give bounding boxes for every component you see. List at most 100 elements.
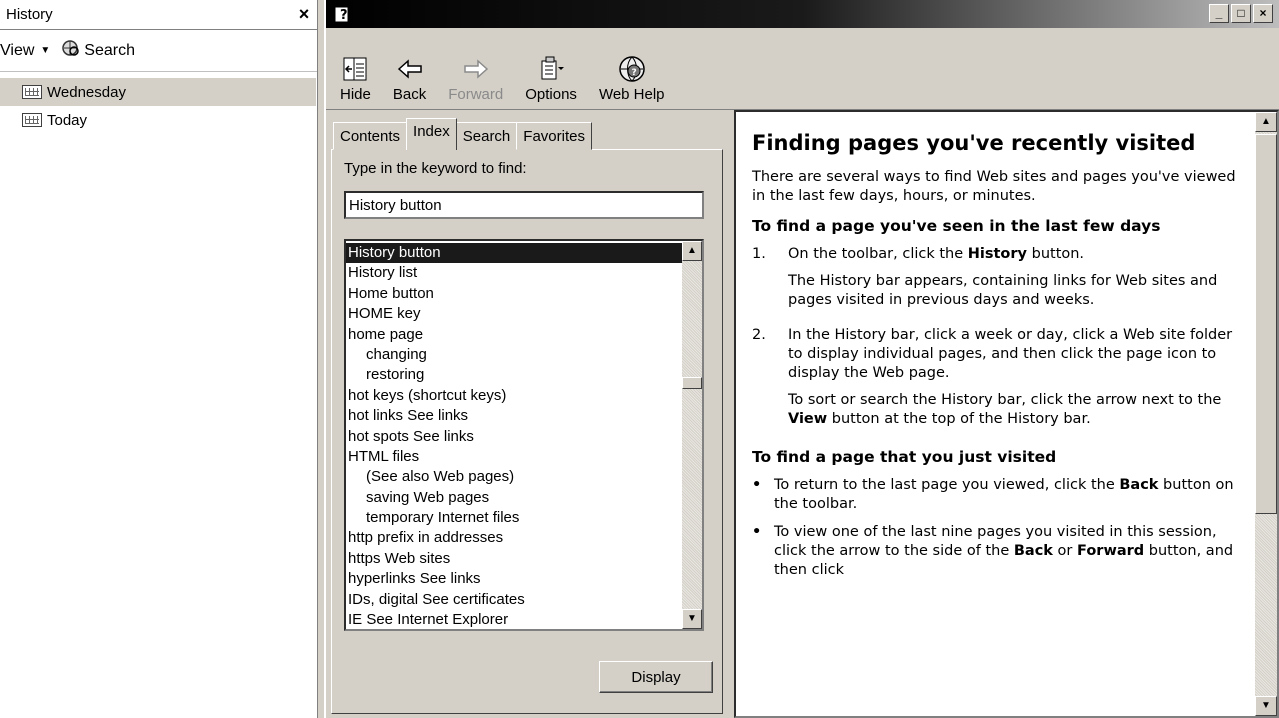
history-link-text: History <box>967 246 1027 262</box>
display-button[interactable]: Display <box>599 661 713 693</box>
history-list: Wednesday Today <box>0 72 317 134</box>
topic-pane: Finding pages you've recently visited Th… <box>734 110 1279 718</box>
step-text: On the toolbar, click the History button… <box>788 246 1085 262</box>
topic-intro: There are several ways to find Web sites… <box>752 169 1236 204</box>
chevron-down-icon: ▼ <box>40 45 51 56</box>
maximize-button[interactable]: □ <box>1231 4 1251 23</box>
help-window: ? _ □ × Hide Back Forward Options ? Web … <box>324 0 1279 718</box>
svg-text:?: ? <box>631 68 636 78</box>
history-toolbar: View ▼ Search <box>0 30 317 72</box>
keyword-item[interactable]: temporary Internet files <box>346 508 682 528</box>
close-button[interactable]: × <box>1253 4 1273 23</box>
scroll-up-icon[interactable]: ▲ <box>1255 112 1277 132</box>
help-toolbar: Hide Back Forward Options ? Web Help <box>326 28 1279 110</box>
scroll-thumb[interactable] <box>1255 134 1277 514</box>
keyword-input[interactable] <box>344 191 704 219</box>
section-heading-just-visited: To find a page that you just visited <box>752 448 1057 466</box>
keyword-item[interactable]: (See also Web pages) <box>346 467 682 487</box>
scroll-thumb[interactable] <box>682 377 702 389</box>
calendar-icon <box>22 113 42 127</box>
keyword-item[interactable]: restoring <box>346 365 682 385</box>
history-item-wednesday[interactable]: Wednesday <box>0 78 316 106</box>
keyword-item[interactable]: History list <box>346 263 682 283</box>
history-pane-title: History <box>6 6 53 23</box>
search-icon <box>60 39 80 62</box>
keyword-item[interactable]: changing <box>346 345 682 365</box>
keyword-prompt: Type in the keyword to find: <box>344 160 527 177</box>
history-item-today[interactable]: Today <box>0 106 317 134</box>
web-help-icon: ? <box>617 52 647 86</box>
history-pane: History × View ▼ Search Wednesday Today <box>0 0 318 718</box>
back-button[interactable]: Back <box>393 52 426 103</box>
tab-index[interactable]: Index <box>406 118 457 150</box>
topic-content: Finding pages you've recently visited Th… <box>752 126 1242 589</box>
help-app-icon: ? <box>332 3 354 25</box>
step-note: The History bar appears, containing link… <box>788 273 1218 308</box>
bullet-icon: • <box>752 524 762 540</box>
options-icon <box>536 52 566 86</box>
minimize-button[interactable]: _ <box>1209 4 1229 23</box>
keyword-item[interactable]: HTML files <box>346 447 682 467</box>
scroll-down-icon[interactable]: ▼ <box>1255 696 1277 716</box>
keyword-item[interactable]: hot keys (shortcut keys) <box>346 386 682 406</box>
keyword-item[interactable]: hyperlinks See links <box>346 569 682 589</box>
step-2: 2. In the History bar, click a week or d… <box>752 326 1242 437</box>
keyword-list-scrollbar[interactable]: ▲ ▼ <box>682 241 702 629</box>
tab-search[interactable]: Search <box>455 122 518 150</box>
hide-label: Hide <box>340 86 371 103</box>
keyword-item[interactable]: hot links See links <box>346 406 682 426</box>
keyword-item[interactable]: saving Web pages <box>346 488 682 508</box>
search-button[interactable]: Search <box>60 39 135 62</box>
tab-strip: Contents Index Search Favorites <box>331 118 723 150</box>
close-icon[interactable]: × <box>291 4 317 25</box>
keyword-item[interactable]: IE See Internet Explorer <box>346 610 682 629</box>
options-label: Options <box>525 86 577 103</box>
keyword-item[interactable]: https Web sites <box>346 549 682 569</box>
calendar-icon <box>22 85 42 99</box>
keyword-item[interactable]: hot spots See links <box>346 427 682 447</box>
step-note: To sort or search the History bar, click… <box>788 392 1222 427</box>
step-number: 1. <box>752 246 766 262</box>
back-arrow-icon <box>395 52 425 86</box>
forward-button[interactable]: Forward <box>448 52 503 103</box>
step-1: 1. On the toolbar, click the History but… <box>752 245 1242 318</box>
svg-text:?: ? <box>340 8 348 23</box>
keyword-item[interactable]: Home button <box>346 284 682 304</box>
web-help-label: Web Help <box>598 86 665 103</box>
view-label: View <box>0 41 35 59</box>
history-item-label: Today <box>47 111 88 129</box>
keyword-item[interactable]: IDs, digital See certificates <box>346 590 682 610</box>
search-label: Search <box>84 41 135 59</box>
hide-button[interactable]: Hide <box>340 52 371 103</box>
step-number: 2. <box>752 327 766 343</box>
bullet-icon: • <box>752 477 762 493</box>
bullet-item: • To return to the last page you viewed,… <box>752 477 1234 512</box>
keyword-item[interactable]: History button <box>346 243 682 264</box>
keyword-item[interactable]: HOME key <box>346 304 682 324</box>
options-button[interactable]: Options <box>525 52 577 103</box>
title-bar[interactable]: ? _ □ × <box>326 0 1279 28</box>
scroll-down-icon[interactable]: ▼ <box>682 609 702 629</box>
step-text: In the History bar, click a week or day,… <box>788 327 1233 381</box>
topic-scrollbar[interactable]: ▲ ▼ <box>1255 112 1277 716</box>
index-tab-panel: Type in the keyword to find: History but… <box>331 149 723 714</box>
tab-favorites[interactable]: Favorites <box>516 122 592 150</box>
history-item-label: Wednesday <box>47 83 126 101</box>
section-heading-recent: To find a page you've seen in the last f… <box>752 217 1161 235</box>
back-label: Back <box>392 86 427 103</box>
forward-arrow-icon <box>461 52 491 86</box>
hide-icon <box>340 52 370 86</box>
history-pane-header: History × <box>0 0 317 30</box>
keyword-list[interactable]: History button History list Home button HOM… <box>344 239 704 631</box>
bullet-item: • To view one of the last nine pages you… <box>752 524 1234 578</box>
keyword-items: History button History list Home button HOM… <box>346 243 682 629</box>
tab-contents[interactable]: Contents <box>333 122 408 150</box>
web-help-button[interactable]: ? Web Help <box>599 52 665 103</box>
view-button[interactable]: View ▼ <box>0 42 50 60</box>
navigation-pane: Contents Index Search Favorites Type in … <box>331 118 723 715</box>
topic-title: Finding pages you've recently visited <box>752 131 1196 155</box>
forward-label: Forward <box>448 86 504 103</box>
keyword-item[interactable]: http prefix in addresses <box>346 528 682 548</box>
keyword-item[interactable]: home page <box>346 325 682 345</box>
scroll-up-icon[interactable]: ▲ <box>682 241 702 261</box>
